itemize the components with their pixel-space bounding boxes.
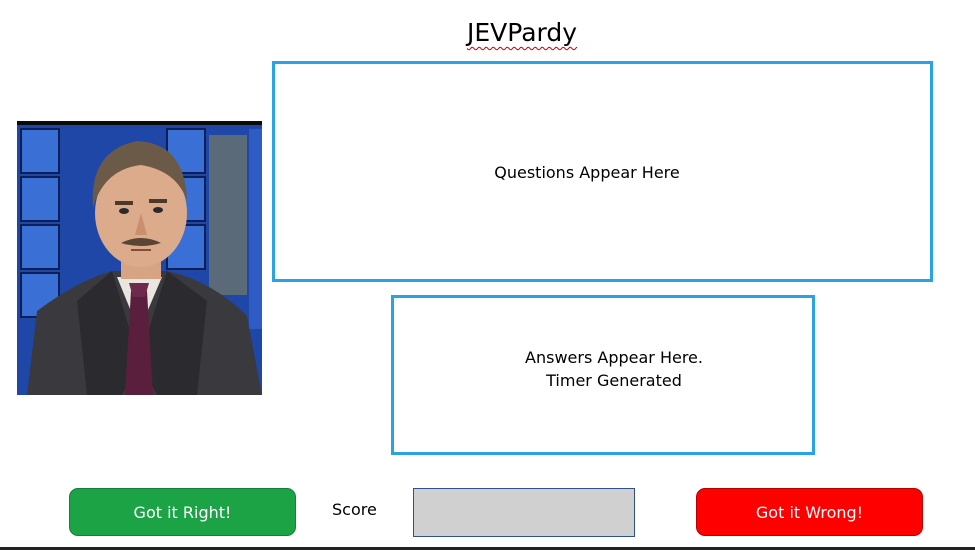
answer-placeholder-text: Answers Appear Here. Timer Generated [394,346,834,392]
got-it-right-button[interactable]: Got it Right! [69,488,296,536]
answer-line-1: Answers Appear Here. [525,348,703,367]
host-portrait-image [17,121,262,395]
page-title: JEVPardy [466,18,578,47]
score-label: Score [332,500,377,519]
answer-panel: Answers Appear Here. Timer Generated [391,295,815,455]
got-it-wrong-button[interactable]: Got it Wrong! [696,488,923,536]
question-panel: Questions Appear Here [272,61,933,282]
score-display [413,488,635,537]
answer-line-2: Timer Generated [546,371,682,390]
jevpardy-screen: JEVPardy Questions Appear Here Answers A… [0,0,975,550]
host-portrait-icon [17,121,262,395]
question-placeholder-text: Questions Appear Here [494,163,680,182]
